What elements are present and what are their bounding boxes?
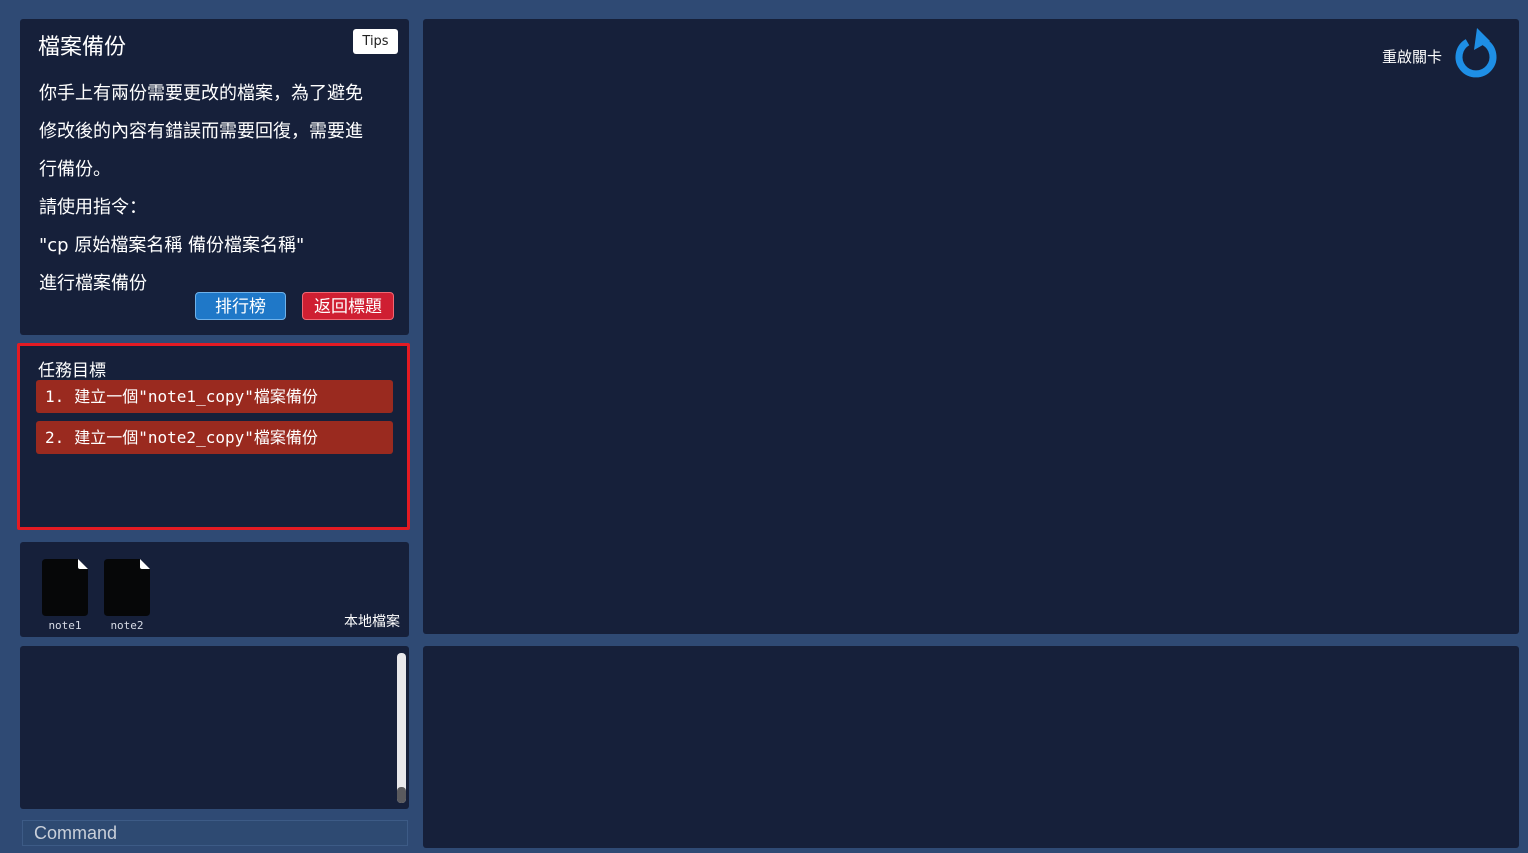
restart-icon[interactable] [1451,26,1501,78]
file-icon [42,559,88,616]
back-to-title-button[interactable]: 返回標題 [302,292,394,320]
file-icon [104,559,150,616]
log-scrollbar[interactable] [397,653,406,803]
command-input[interactable] [22,820,408,846]
description-line: 你手上有兩份需要更改的檔案，為了避免 [39,83,363,104]
game-stage-panel: 重啟關卡 [423,19,1519,634]
description-line: 修改後的內容有錯誤而需要回復，需要進 [39,121,363,142]
description-line: 請使用指令： [39,197,147,218]
mission-task: 1. 建立一個"note1_copy"檔案備份 [36,380,393,413]
tips-button[interactable]: Tips [353,29,398,54]
local-files-panel: note1 note2 本地檔案 [20,542,409,637]
mission-title: 任務目標 [38,361,106,381]
mission-task: 2. 建立一個"note2_copy"檔案備份 [36,421,393,454]
file-name: note2 [110,619,144,632]
description-line: 進行檔案備份 [39,273,147,294]
file-name: note1 [48,619,82,632]
task-number: 2. [45,428,65,447]
terminal-log-panel [20,646,409,809]
local-files-label: 本地檔案 [344,614,400,630]
task-text: 建立一個"note1_copy"檔案備份 [74,387,318,406]
mission-panel: 任務目標 1. 建立一個"note1_copy"檔案備份 2. 建立一個"note2… [17,343,410,530]
leaderboard-button[interactable]: 排行榜 [195,292,286,320]
log-scrollbar-thumb[interactable] [397,787,406,803]
level-title: 檔案備份 [38,35,127,60]
restart-level-label: 重啟關卡 [1381,48,1442,66]
instructions-panel: 檔案備份 Tips 你手上有兩份需要更改的檔案，為了避免 修改後的內容有錯誤而需… [20,19,409,335]
description-line: 行備份。 [39,159,111,180]
task-number: 1. [45,387,65,406]
task-text: 建立一個"note2_copy"檔案備份 [74,428,318,447]
output-console-panel [423,646,1519,848]
file-note1[interactable]: note1 [42,559,88,632]
description-line: "cp 原始檔案名稱 備份檔案名稱" [39,235,305,256]
file-note2[interactable]: note2 [104,559,150,632]
